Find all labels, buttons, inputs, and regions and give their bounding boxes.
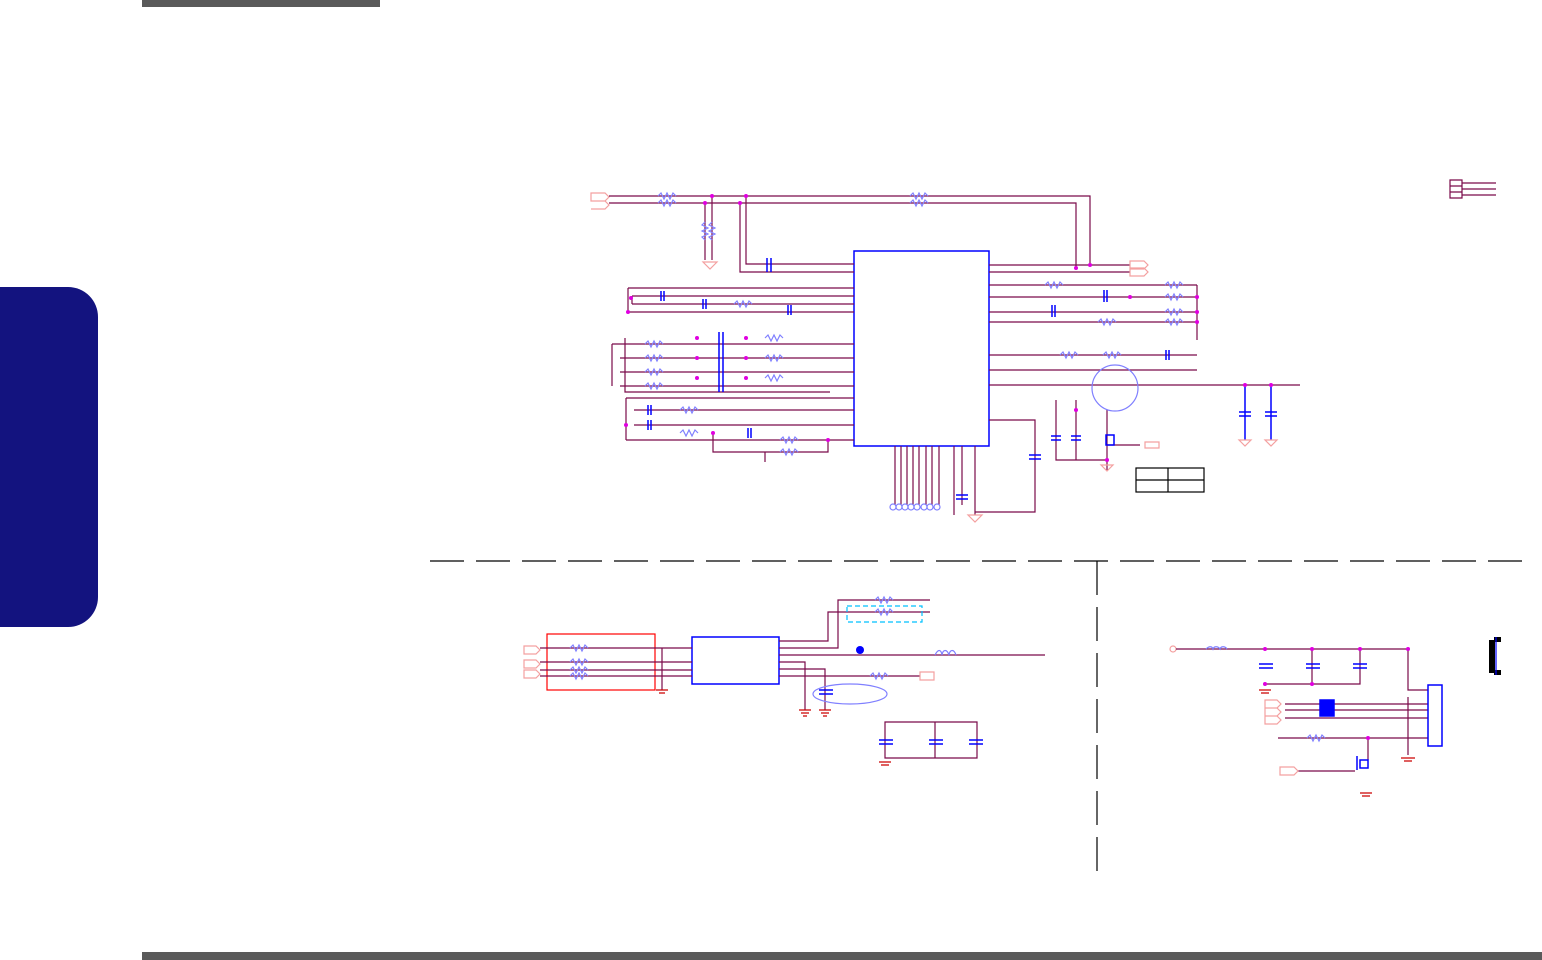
ground-symbol	[1259, 689, 1415, 797]
ground-symbol	[656, 689, 891, 766]
transistor	[1091, 364, 1139, 412]
lower-ic	[691, 636, 780, 685]
truth-table	[1135, 467, 1205, 493]
connector-clip	[1489, 637, 1501, 675]
input-port	[590, 192, 610, 210]
schematic-diagram	[430, 179, 1525, 872]
lower-left-circuit	[523, 595, 1045, 766]
connector	[1427, 684, 1443, 747]
top-right-port	[1449, 179, 1496, 199]
main-ic-circuit	[590, 179, 1496, 523]
lower-right-connector-circuit	[1169, 637, 1501, 797]
main-ic	[853, 250, 990, 447]
